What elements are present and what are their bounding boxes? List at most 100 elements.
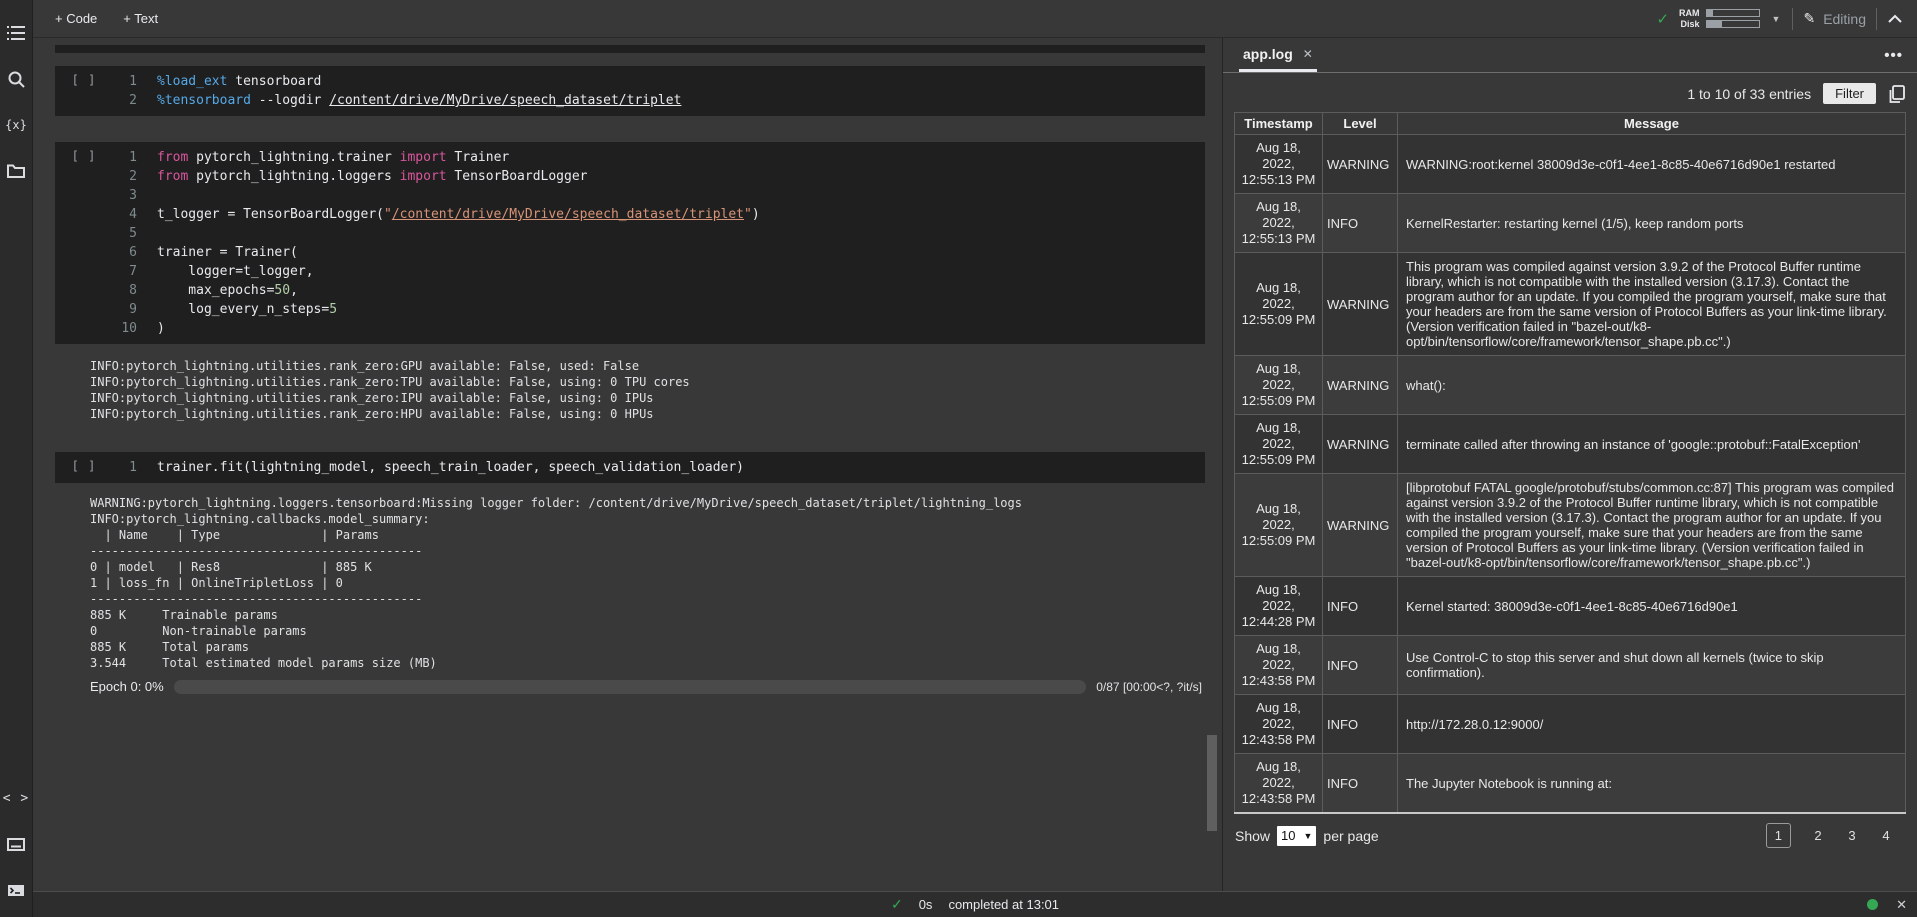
log-message: Kernel started: 38009d3e-c0f1-4ee1-8c85-… xyxy=(1398,577,1906,636)
code-snippets-icon[interactable]: < > xyxy=(0,779,33,817)
line-number: 1 xyxy=(113,148,137,167)
toolbar-divider xyxy=(1792,8,1793,30)
progress-bar xyxy=(174,680,1087,694)
log-message: WARNING:root:kernel 38009d3e-c0f1-4ee1-8… xyxy=(1398,135,1906,194)
close-tab-icon[interactable]: ✕ xyxy=(1303,47,1313,61)
log-timestamp: Aug 18, 2022, 12:44:28 PM xyxy=(1235,577,1323,636)
more-options-icon[interactable]: ••• xyxy=(1884,47,1903,64)
line-number: 2 xyxy=(113,167,137,186)
log-header-row: Timestamp Level Message xyxy=(1235,113,1906,135)
code-line[interactable]: 3 xyxy=(113,186,1205,205)
files-icon[interactable] xyxy=(0,152,33,190)
dismiss-statusbar-icon[interactable]: ✕ xyxy=(1896,897,1907,913)
code-line[interactable]: 9 log_every_n_steps=5 xyxy=(113,300,1205,319)
code-line[interactable]: 5 xyxy=(113,224,1205,243)
header-level: Level xyxy=(1323,113,1398,135)
toolbar-divider xyxy=(1876,8,1877,30)
per-page-select[interactable]: 10 ▼ xyxy=(1277,826,1316,846)
line-number: 2 xyxy=(113,91,137,110)
ram-label: RAM xyxy=(1679,8,1700,19)
log-message: Use Control-C to stop this server and sh… xyxy=(1398,636,1906,695)
page-button-2[interactable]: 2 xyxy=(1811,828,1825,843)
log-meta-row: 1 to 10 of 33 entries Filter xyxy=(1223,73,1917,112)
log-row: Aug 18, 2022, 12:55:09 PMWARNINGwhat(): xyxy=(1235,356,1906,415)
log-table-body: Aug 18, 2022, 12:55:13 PMWARNINGWARNING:… xyxy=(1235,135,1906,814)
tab-app-log[interactable]: app.log ✕ xyxy=(1239,38,1317,72)
code-line[interactable]: 10) xyxy=(113,319,1205,338)
log-level: INFO xyxy=(1323,194,1398,253)
code-line[interactable]: 8 max_epochs=50, xyxy=(113,281,1205,300)
log-message: terminate called after throwing an insta… xyxy=(1398,415,1906,474)
code-editor[interactable]: 1trainer.fit(lightning_model, speech_tra… xyxy=(113,458,1205,477)
resource-monitor[interactable]: RAM Disk xyxy=(1679,8,1760,30)
code-line[interactable]: 1from pytorch_lightning.trainer import T… xyxy=(113,148,1205,167)
run-cell-button[interactable]: [ ] xyxy=(55,148,113,338)
select-caret-icon: ▼ xyxy=(1304,831,1313,841)
status-bar: ✓ 0s completed at 13:01 ✕ xyxy=(33,891,1917,917)
line-number: 8 xyxy=(113,281,137,300)
log-level: WARNING xyxy=(1323,415,1398,474)
page-button-1[interactable]: 1 xyxy=(1766,823,1791,848)
log-level: INFO xyxy=(1323,754,1398,814)
log-level: WARNING xyxy=(1323,135,1398,194)
pagination-row: Show 10 ▼ per page 1234 xyxy=(1223,814,1917,848)
content-row: [ ]1%load_ext tensorboard2%tensorboard -… xyxy=(33,38,1917,891)
scrollbar-thumb[interactable] xyxy=(1207,735,1217,831)
filter-button[interactable]: Filter xyxy=(1823,83,1876,104)
code-editor[interactable]: 1%load_ext tensorboard2%tensorboard --lo… xyxy=(113,72,1205,110)
command-palette-icon[interactable] xyxy=(0,825,33,863)
log-row: Aug 18, 2022, 12:55:13 PMWARNINGWARNING:… xyxy=(1235,135,1906,194)
code-line[interactable]: 1trainer.fit(lightning_model, speech_tra… xyxy=(113,458,1205,477)
disk-usage-bar xyxy=(1706,20,1760,28)
terminal-icon[interactable] xyxy=(0,871,33,909)
code-cell[interactable]: [ ]1from pytorch_lightning.trainer impor… xyxy=(55,142,1205,344)
execution-duration: 0s xyxy=(919,897,933,912)
resource-dropdown-caret-icon[interactable]: ▼ xyxy=(1770,14,1783,24)
variables-icon[interactable]: {x} xyxy=(0,106,33,144)
code-line[interactable]: 2%tensorboard --logdir /content/drive/My… xyxy=(113,91,1205,110)
search-icon[interactable] xyxy=(0,60,33,98)
log-row: Aug 18, 2022, 12:43:58 PMINFOThe Jupyter… xyxy=(1235,754,1906,814)
log-message: [libprotobuf FATAL google/protobuf/stubs… xyxy=(1398,474,1906,577)
line-number: 7 xyxy=(113,262,137,281)
code-line[interactable]: 4t_logger = TensorBoardLogger("/content/… xyxy=(113,205,1205,224)
cell-output: WARNING:pytorch_lightning.loggers.tensor… xyxy=(90,495,1222,671)
add-text-button[interactable]: + Text xyxy=(123,11,158,26)
header-timestamp: Timestamp xyxy=(1235,113,1323,135)
editing-mode-button[interactable]: ✎ Editing xyxy=(1803,10,1866,27)
entries-count: 1 to 10 of 33 entries xyxy=(1687,86,1811,102)
code-line[interactable]: 1%load_ext tensorboard xyxy=(113,72,1205,91)
code-cell[interactable]: [ ]1trainer.fit(lightning_model, speech_… xyxy=(55,452,1205,483)
code-cell[interactable]: [ ]1%load_ext tensorboard2%tensorboard -… xyxy=(55,66,1205,116)
log-tabbar: app.log ✕ ••• xyxy=(1223,38,1917,73)
line-number: 6 xyxy=(113,243,137,262)
partial-cell-above xyxy=(55,45,1205,53)
run-cell-button[interactable]: [ ] xyxy=(55,458,113,477)
ram-usage-bar xyxy=(1706,9,1760,17)
log-row: Aug 18, 2022, 12:55:09 PMWARNINGterminat… xyxy=(1235,415,1906,474)
collapse-toolbar-button[interactable] xyxy=(1887,14,1903,24)
log-level: WARNING xyxy=(1323,474,1398,577)
notebook-blocks: [ ]1%load_ext tensorboard2%tensorboard -… xyxy=(33,66,1222,694)
page-button-4[interactable]: 4 xyxy=(1879,828,1893,843)
add-code-button[interactable]: + Code xyxy=(55,11,97,26)
table-of-contents-icon[interactable] xyxy=(0,14,33,52)
editing-label: Editing xyxy=(1823,11,1866,27)
run-cell-button[interactable]: [ ] xyxy=(55,72,113,110)
code-line[interactable]: 2from pytorch_lightning.loggers import T… xyxy=(113,167,1205,186)
log-row: Aug 18, 2022, 12:55:09 PMWARNINGThis pro… xyxy=(1235,253,1906,356)
log-message: This program was compiled against versio… xyxy=(1398,253,1906,356)
page-button-3[interactable]: 3 xyxy=(1845,828,1859,843)
code-line[interactable]: 6trainer = Trainer( xyxy=(113,243,1205,262)
code-editor[interactable]: 1from pytorch_lightning.trainer import T… xyxy=(113,148,1205,338)
copy-icon[interactable] xyxy=(1888,85,1905,103)
log-message: what(): xyxy=(1398,356,1906,415)
log-level: INFO xyxy=(1323,577,1398,636)
log-timestamp: Aug 18, 2022, 12:55:09 PM xyxy=(1235,474,1323,577)
progress-label: Epoch 0: 0% xyxy=(90,679,164,694)
left-sidebar: {x} < > xyxy=(0,0,33,917)
line-number: 10 xyxy=(113,319,137,338)
line-number: 9 xyxy=(113,300,137,319)
log-message: KernelRestarter: restarting kernel (1/5)… xyxy=(1398,194,1906,253)
code-line[interactable]: 7 logger=t_logger, xyxy=(113,262,1205,281)
